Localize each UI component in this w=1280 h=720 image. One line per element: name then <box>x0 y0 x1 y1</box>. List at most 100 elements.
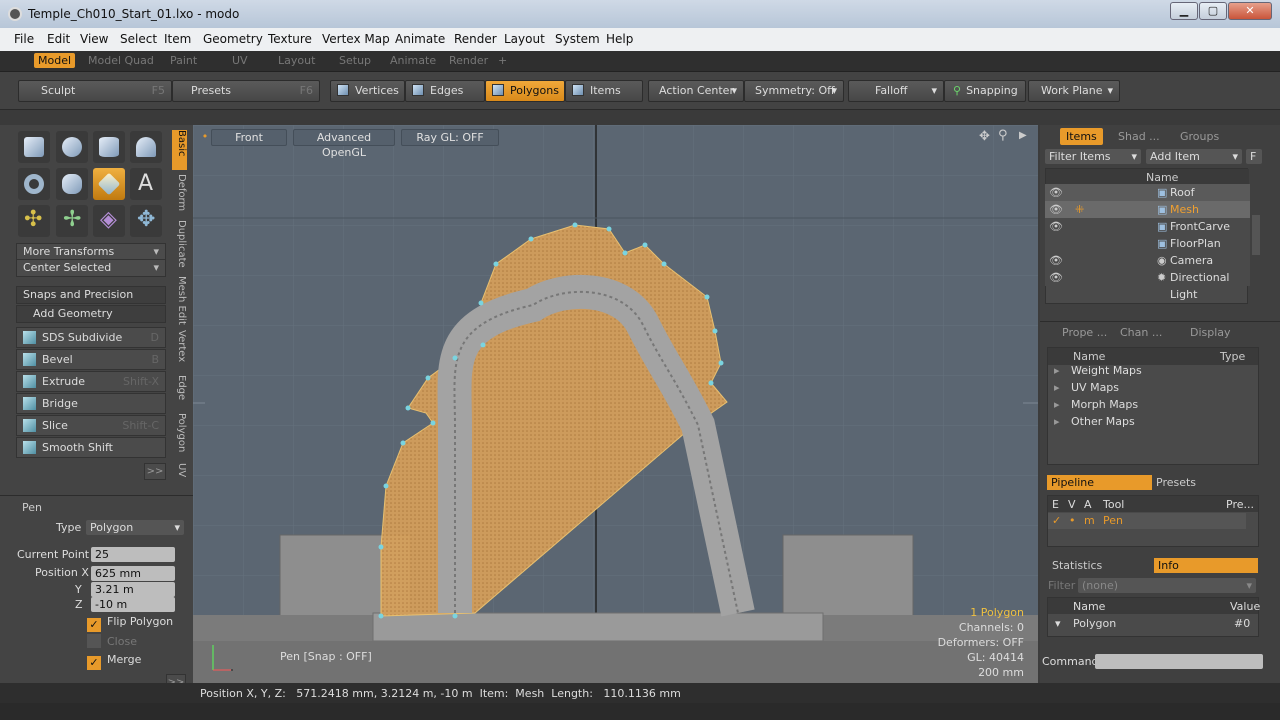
item-row-roof[interactable]: 👁 ▣ Roof <box>1045 184 1250 201</box>
work-plane-dropdown[interactable]: Work Plane ▾ <box>1028 80 1120 102</box>
item-row-directional-light[interactable]: 👁 ✹ Directional Light <box>1045 269 1250 301</box>
flip-polygon-checkbox[interactable]: ✓ Flip Polygon <box>87 615 173 632</box>
sphere-primitive-button[interactable] <box>56 131 88 163</box>
cube-primitive-button[interactable] <box>18 131 50 163</box>
position-z-field[interactable]: -10 m <box>91 597 175 612</box>
eye-icon[interactable]: 👁 <box>1049 218 1063 235</box>
add-item-dropdown[interactable]: Add Item ▾ <box>1146 149 1242 164</box>
menu-help[interactable]: Help <box>606 32 633 46</box>
tab-display[interactable]: Display <box>1190 324 1231 341</box>
bevel-button[interactable]: Bevel B <box>16 349 166 370</box>
expand-icon[interactable]: ▾ <box>1055 617 1061 630</box>
pipeline-row[interactable]: ✓ • m Pen <box>1048 513 1246 529</box>
raygl-toggle[interactable]: Ray GL: OFF <box>401 129 499 146</box>
scale-tool-button[interactable]: ◈ <box>93 205 125 237</box>
vmap-weight-maps[interactable]: ▸ Weight Maps <box>1050 362 1255 379</box>
smooth-shift-button[interactable]: Smooth Shift <box>16 437 166 458</box>
vtab-vertex[interactable]: Vertex <box>172 330 187 362</box>
action-center-dropdown[interactable]: Action Center ▾ <box>648 80 744 102</box>
tab-pipeline[interactable]: Pipeline <box>1047 475 1152 490</box>
tab-shader[interactable]: Shad ... <box>1118 128 1160 145</box>
center-selected-dropdown[interactable]: Center Selected ▾ <box>16 259 166 277</box>
edges-button[interactable]: Edges <box>405 80 485 102</box>
cylinder-primitive-button[interactable] <box>93 131 125 163</box>
merge-checkbox[interactable]: ✓ Merge <box>87 653 141 670</box>
slice-button[interactable]: Slice Shift-C <box>16 415 166 436</box>
vtab-edge[interactable]: Edge <box>172 375 187 400</box>
minimize-button[interactable]: ▁ <box>1170 2 1198 20</box>
polygons-button[interactable]: Polygons <box>485 80 565 102</box>
sculpt-button[interactable]: Sculpt F5 <box>18 80 172 102</box>
vmap-other-maps[interactable]: ▸ Other Maps <box>1050 413 1255 430</box>
vtab-polygon[interactable]: Polygon <box>172 413 187 452</box>
add-geometry-header[interactable]: Add Geometry <box>16 305 166 323</box>
maximize-button[interactable]: ▢ <box>1199 2 1227 20</box>
tube-primitive-button[interactable] <box>56 168 88 200</box>
lock-icon[interactable]: ⁜ <box>1075 201 1084 218</box>
menu-vertex-map[interactable]: Vertex Map <box>322 32 390 46</box>
tab-layout[interactable]: Layout <box>278 54 315 67</box>
item-row-mesh[interactable]: 👁 ⁜ ▣ Mesh <box>1045 201 1250 218</box>
tab-model-quad[interactable]: Model Quad <box>88 54 154 67</box>
eye-icon[interactable]: 👁 <box>1049 201 1063 218</box>
eye-icon[interactable]: 👁 <box>1049 184 1063 201</box>
tab-paint[interactable]: Paint <box>170 54 197 67</box>
snapping-button[interactable]: ⚲ Snapping <box>944 80 1026 102</box>
bridge-button[interactable]: Bridge <box>16 393 166 414</box>
tab-render[interactable]: Render <box>449 54 488 67</box>
tab-uv[interactable]: UV <box>232 54 248 67</box>
tab-statistics[interactable]: Statistics <box>1052 559 1102 572</box>
falloff-dropdown[interactable]: Falloff ▾ <box>848 80 944 102</box>
eye-icon[interactable]: 👁 <box>1049 252 1063 269</box>
tab-presets[interactable]: Presets <box>1156 475 1256 490</box>
vertices-button[interactable]: Vertices <box>330 80 405 102</box>
menu-view[interactable]: View <box>80 32 108 46</box>
vmap-morph-maps[interactable]: ▸ Morph Maps <box>1050 396 1255 413</box>
vtab-uv[interactable]: UV <box>172 463 187 477</box>
torus-primitive-button[interactable] <box>18 168 50 200</box>
eye-icon[interactable]: 👁 <box>1049 269 1063 286</box>
menu-layout[interactable]: Layout <box>504 32 545 46</box>
move-tool-button[interactable]: ✣ <box>18 205 50 237</box>
tab-setup[interactable]: Setup <box>339 54 371 67</box>
item-row-camera[interactable]: 👁 ◉ Camera <box>1045 252 1250 269</box>
cone-primitive-button[interactable] <box>130 131 162 163</box>
expand-arrow-icon[interactable]: ▸ <box>1054 396 1060 413</box>
item-row-floorplan[interactable]: ▣ FloorPlan <box>1045 235 1250 252</box>
tab-animate[interactable]: Animate <box>390 54 436 67</box>
vtab-duplicate[interactable]: Duplicate <box>172 220 187 268</box>
item-row-frontcarve[interactable]: 👁 ▣ FrontCarve <box>1045 218 1250 235</box>
expand-arrow-icon[interactable]: ▸ <box>1054 413 1060 430</box>
transform-tool-button[interactable]: ✥ <box>130 205 162 237</box>
vtab-mesh-edit[interactable]: Mesh Edit <box>172 276 187 325</box>
vmap-uv-maps[interactable]: ▸ UV Maps <box>1050 379 1255 396</box>
items-button[interactable]: Items <box>565 80 643 102</box>
snaps-precision-button[interactable]: Snaps and Precision <box>16 286 166 304</box>
rotate-tool-button[interactable]: ✢ <box>56 205 88 237</box>
filter-dropdown[interactable]: (none) ▾ <box>1078 578 1256 593</box>
presets-button[interactable]: Presets F6 <box>172 80 320 102</box>
tab-add[interactable]: + <box>498 54 507 67</box>
play-icon[interactable]: ▶ <box>1019 130 1027 141</box>
expand-arrow-icon[interactable]: ▸ <box>1054 362 1060 379</box>
items-scrollbar[interactable] <box>1252 215 1260 255</box>
menu-geometry[interactable]: Geometry <box>203 32 263 46</box>
symmetry-dropdown[interactable]: Symmetry: Off ▾ <box>744 80 844 102</box>
tab-model[interactable]: Model <box>34 53 76 68</box>
extrude-button[interactable]: Extrude Shift-X <box>16 371 166 392</box>
menu-render[interactable]: Render <box>454 32 497 46</box>
pan-icon[interactable]: ✥ <box>979 129 990 144</box>
tab-groups[interactable]: Groups <box>1180 128 1219 145</box>
position-y-field[interactable]: 3.21 m <box>91 582 175 597</box>
tab-info[interactable]: Info <box>1154 558 1258 573</box>
vtab-deform[interactable]: Deform <box>172 174 187 211</box>
command-input[interactable] <box>1095 654 1263 669</box>
vtab-basic[interactable]: Basic <box>172 130 187 170</box>
tab-items[interactable]: Items <box>1060 128 1103 145</box>
3d-viewport[interactable]: • Front Advanced OpenGL Ray GL: OFF ✥ ⚲ … <box>193 125 1038 683</box>
pen-tool-button[interactable] <box>93 168 125 200</box>
menu-item[interactable]: Item <box>164 32 191 46</box>
sds-subdivide-button[interactable]: SDS Subdivide D <box>16 327 166 348</box>
text-tool-button[interactable]: A <box>130 168 162 200</box>
filter-items-dropdown[interactable]: Filter Items ▾ <box>1045 149 1141 164</box>
